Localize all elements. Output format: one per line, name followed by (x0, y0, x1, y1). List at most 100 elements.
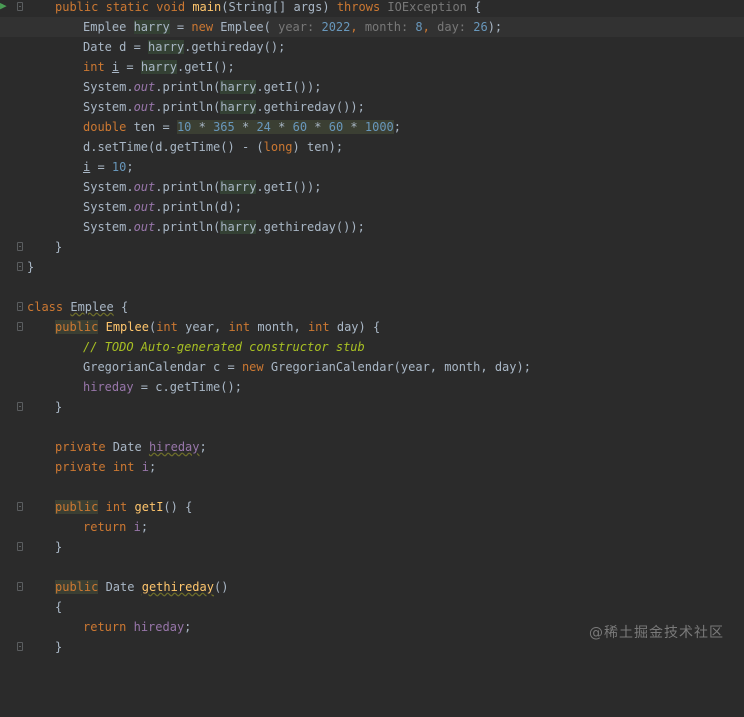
code-text: = (119, 60, 141, 74)
code-line[interactable]: // TODO Auto-generated constructor stub (0, 337, 744, 357)
keyword: int (112, 460, 135, 474)
keyword: static (105, 0, 149, 14)
fold-marker-icon[interactable] (17, 582, 23, 591)
param-hint: day: (429, 20, 467, 34)
code-text: ; (184, 620, 192, 634)
fold-marker-icon[interactable] (17, 2, 23, 11)
keyword: int (156, 320, 178, 334)
code-line[interactable]: } (0, 237, 744, 257)
code-line[interactable]: public int getI() { (0, 497, 744, 517)
code-line[interactable]: } (0, 257, 744, 277)
fold-marker-icon[interactable] (17, 402, 23, 411)
code-line[interactable]: class Emplee { (0, 297, 744, 317)
exception-type: IOException (387, 0, 467, 14)
code-text: .println( (155, 180, 221, 194)
fold-marker-icon[interactable] (17, 302, 23, 311)
variable: harry (148, 40, 185, 54)
code-line[interactable]: public Emplee(int year, int month, int d… (0, 317, 744, 337)
code-line[interactable]: public Date gethireday() (0, 577, 744, 597)
fold-marker-icon[interactable] (17, 502, 23, 511)
operator: * (234, 120, 257, 134)
code-line[interactable]: System.out.println(harry.getI()); (0, 177, 744, 197)
code-line[interactable]: GregorianCalendar c = new GregorianCalen… (0, 357, 744, 377)
class-name: Emplee (70, 300, 114, 314)
code-line[interactable]: double ten = 10 * 365 * 24 * 60 * 60 * 1… (0, 117, 744, 137)
code-line[interactable]: return i; (0, 517, 744, 537)
code-line[interactable]: private int i; (0, 457, 744, 477)
static-field: out (133, 100, 156, 114)
code-line[interactable]: Date d = harry.gethireday(); (0, 37, 744, 57)
keyword: new (241, 360, 264, 374)
code-text: () (213, 580, 229, 594)
fold-marker-icon[interactable] (17, 262, 23, 271)
variable: harry (220, 220, 257, 234)
code-text: = (169, 20, 192, 34)
run-gutter-icon[interactable]: ▶ (0, 0, 7, 12)
number-literal: 10 (176, 120, 192, 134)
code-line[interactable]: } (0, 537, 744, 557)
keyword: new (191, 20, 214, 34)
field: hireday (148, 440, 200, 454)
keyword: int (105, 500, 128, 514)
code-line[interactable]: ▶ public static void main(String[] args)… (0, 0, 744, 17)
code-line-current[interactable]: Emplee harry = new Emplee( year: 2022, m… (0, 17, 744, 37)
code-text: .println( (155, 220, 221, 234)
keyword: int (228, 320, 251, 334)
number-literal: 365 (213, 120, 235, 134)
variable: harry (140, 60, 177, 74)
code-text: System. (83, 200, 134, 214)
number-literal: 60 (328, 120, 344, 134)
code-text: Emplee (83, 20, 134, 34)
closing-brace: } (55, 240, 63, 254)
code-text: ); (487, 20, 503, 34)
closing-brace: } (55, 640, 63, 654)
code-line[interactable]: System.out.println(harry.getI()); (0, 77, 744, 97)
param-hint: year: (270, 20, 315, 34)
code-text: System. (83, 80, 134, 94)
code-line[interactable]: { (0, 597, 744, 617)
static-field: out (133, 220, 156, 234)
code-editor[interactable]: ▶ public static void main(String[] args)… (0, 0, 744, 661)
code-text: = c.getTime(); (133, 380, 242, 394)
number-literal: 1000 (364, 120, 394, 134)
code-line[interactable]: i = 10; (0, 157, 744, 177)
closing-brace: } (55, 540, 63, 554)
code-line[interactable]: System.out.println(d); (0, 197, 744, 217)
fold-marker-icon[interactable] (17, 242, 23, 251)
code-text: Emplee( (213, 20, 271, 34)
fold-marker-icon[interactable] (17, 542, 23, 551)
code-line[interactable]: private Date hireday; (0, 437, 744, 457)
code-text: GregorianCalendar(year, month, day); (263, 360, 531, 374)
method-name: gethireday (141, 580, 214, 594)
code-line[interactable]: int i = harry.getI(); (0, 57, 744, 77)
separator: , (350, 20, 358, 34)
code-line[interactable]: hireday = c.getTime(); (0, 377, 744, 397)
watermark: @稀土掘金技术社区 (589, 625, 724, 641)
field: i (133, 520, 141, 534)
closing-brace: } (55, 400, 63, 414)
static-field: out (133, 200, 156, 214)
code-line[interactable]: System.out.println(harry.gethireday()); (0, 217, 744, 237)
param-hint: month: (357, 20, 409, 34)
keyword: int (307, 320, 330, 334)
keyword: public (55, 580, 99, 594)
code-text: ; (148, 460, 157, 474)
code-text: () { (163, 500, 193, 514)
code-line[interactable]: } (0, 397, 744, 417)
keyword: return (83, 620, 127, 634)
code-line[interactable]: System.out.println(harry.gethireday()); (0, 97, 744, 117)
fold-marker-icon[interactable] (17, 642, 23, 651)
code-text: year, (177, 320, 229, 334)
code-line[interactable]: d.setTime(d.getTime() - (long) ten); (0, 137, 744, 157)
fold-marker-icon[interactable] (17, 322, 23, 331)
code-text: System. (83, 180, 134, 194)
code-text: .getI()); (256, 180, 322, 194)
code-text: Date d = (83, 40, 149, 54)
code-text: .getI(); (176, 60, 235, 74)
field: i (141, 460, 149, 474)
constant-expression: 10 * 365 * 24 * 60 * 60 * 1000 (176, 120, 394, 134)
todo-comment: // TODO Auto-generated constructor stub (83, 340, 365, 354)
code-text: { (466, 0, 482, 14)
